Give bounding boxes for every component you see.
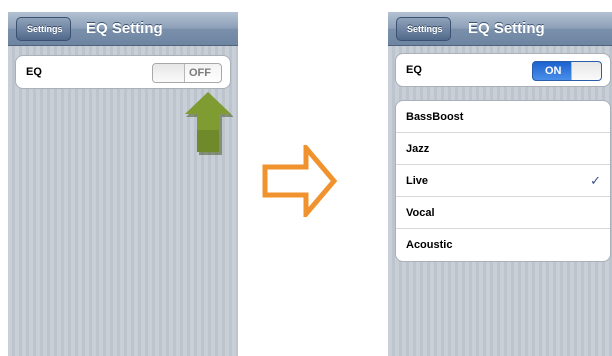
eq-toggle-switch[interactable]: OFF [152, 63, 222, 83]
preset-item-bassboost[interactable]: BassBoost [396, 101, 610, 133]
navigation-bar: Settings EQ Setting [8, 12, 238, 46]
preset-item-vocal[interactable]: Vocal [396, 197, 610, 229]
eq-label: EQ [406, 64, 422, 76]
back-button[interactable]: Settings [16, 17, 71, 41]
screen-after: Settings EQ Setting EQ ON BassBoost Jazz… [388, 12, 612, 356]
eq-row: EQ ON [396, 54, 610, 86]
page-title: EQ Setting [86, 20, 163, 37]
eq-group: EQ OFF [15, 55, 231, 89]
back-button[interactable]: Settings [396, 17, 451, 41]
toggle-knob [153, 64, 185, 82]
toggle-state-label: ON [545, 65, 562, 77]
eq-row: EQ OFF [16, 56, 230, 88]
toggle-state-label: OFF [189, 67, 211, 79]
preset-item-live[interactable]: Live ✓ [396, 165, 610, 197]
preset-item-jazz[interactable]: Jazz [396, 133, 610, 165]
eq-group: EQ ON [395, 53, 611, 87]
eq-toggle-switch[interactable]: ON [532, 61, 602, 81]
tap-indicator-arrow-icon [185, 92, 233, 155]
preset-list: BassBoost Jazz Live ✓ Vocal Acoustic [395, 100, 611, 262]
transition-arrow-icon [262, 145, 338, 217]
navigation-bar: Settings EQ Setting [388, 12, 612, 46]
page-title: EQ Setting [468, 20, 545, 37]
toggle-knob [571, 62, 601, 80]
checkmark-icon: ✓ [590, 173, 601, 188]
screen-before: Settings EQ Setting EQ OFF [8, 12, 238, 356]
preset-item-acoustic[interactable]: Acoustic [396, 229, 610, 261]
eq-label: EQ [26, 66, 42, 78]
